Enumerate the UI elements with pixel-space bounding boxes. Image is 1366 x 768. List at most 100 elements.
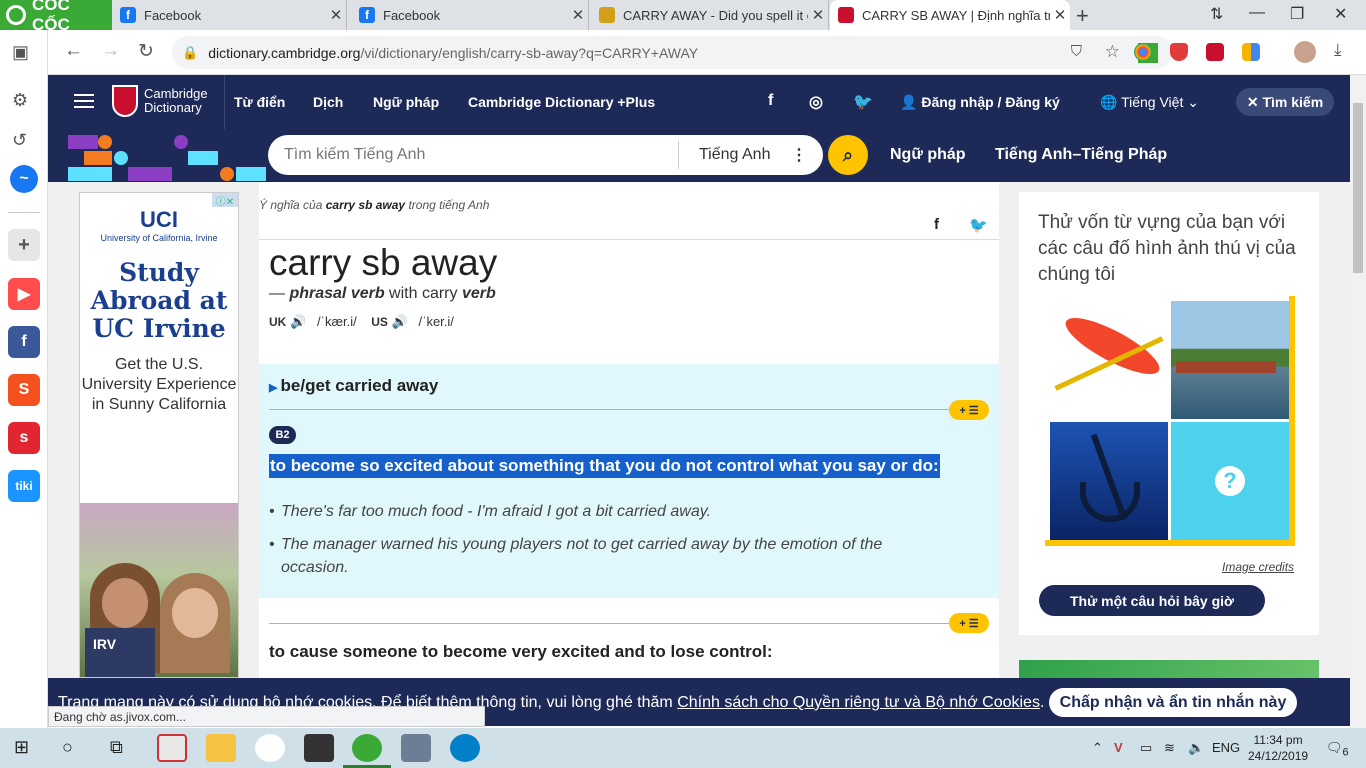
instagram-icon[interactable]: ◎: [809, 92, 823, 112]
zalo-icon[interactable]: [450, 734, 480, 762]
search-input[interactable]: Tìm kiếm Tiếng Anh Tiếng Anh ⋮: [268, 135, 823, 175]
menu-icon[interactable]: [74, 94, 94, 108]
pocket-icon[interactable]: [1206, 43, 1224, 61]
add-to-list-button[interactable]: + ☰: [949, 613, 989, 633]
youtube-icon[interactable]: ▶: [8, 278, 40, 310]
us-label: US: [371, 315, 388, 329]
barge-image[interactable]: [1171, 301, 1289, 419]
tab-carry-away-spell[interactable]: CARRY AWAY - Did you spell it cor ✕: [591, 0, 829, 30]
login-link[interactable]: 👤 Đăng nhập / Đăng ký: [900, 94, 1060, 111]
add-to-list-button[interactable]: + ☰: [949, 400, 989, 420]
header-divider: [224, 75, 225, 129]
sticky-app-icon[interactable]: [304, 734, 334, 762]
kayak-image[interactable]: [1050, 301, 1168, 419]
close-icon[interactable]: ✕: [568, 6, 588, 24]
accept-cookies-button[interactable]: Chấp nhận và ẩn tin nhắn này: [1049, 688, 1297, 717]
uk-audio-icon[interactable]: 🔊: [290, 314, 306, 329]
tab-search-icon[interactable]: ⇅: [1210, 4, 1223, 24]
address-bar-row: ← → ↻ 🔒 dictionary.cambridge.org/vi/dict…: [48, 30, 1366, 75]
facebook-icon[interactable]: f: [768, 92, 773, 110]
add-app-icon[interactable]: +: [8, 229, 40, 261]
forward-button[interactable]: →: [101, 40, 120, 62]
share-facebook-icon[interactable]: f: [934, 216, 939, 233]
clock[interactable]: 11:34 pm 24/12/2019: [1248, 732, 1308, 764]
settings-icon[interactable]: ⚙: [12, 90, 28, 111]
dictionary-selector[interactable]: Tiếng Anh: [679, 146, 791, 164]
notification-icon[interactable]: 🗨6: [1326, 740, 1349, 759]
sendo-icon[interactable]: s: [8, 422, 40, 454]
search-circle-icon[interactable]: ○: [62, 737, 73, 758]
shield-icon[interactable]: ⛉: [1071, 43, 1082, 60]
coccoc-taskbar-icon[interactable]: [352, 734, 382, 762]
back-button[interactable]: ←: [64, 40, 83, 62]
mystery-image[interactable]: ?: [1171, 422, 1289, 540]
twitter-icon[interactable]: 🐦: [853, 92, 873, 112]
sidebar-toggle-icon[interactable]: ▣: [12, 42, 29, 63]
gold-divider: [269, 623, 959, 624]
history-icon[interactable]: ↺: [12, 130, 27, 151]
nav-translate[interactable]: Dịch: [313, 94, 343, 110]
task-view-icon[interactable]: ⧉: [110, 737, 123, 758]
link-grammar[interactable]: Ngữ pháp: [890, 146, 966, 164]
lock-icon: 🔒: [182, 44, 199, 60]
link-english-french[interactable]: Tiếng Anh–Tiếng Pháp: [995, 146, 1167, 164]
reload-button[interactable]: ↻: [138, 40, 154, 63]
maximize-button[interactable]: ❐: [1290, 4, 1304, 24]
caret-right-icon: ▶: [269, 382, 281, 394]
downloads-icon[interactable]: ⤓: [1334, 40, 1342, 60]
close-icon[interactable]: ✕: [808, 6, 828, 24]
page-scrollbar[interactable]: [1350, 75, 1366, 728]
search-toggle-button[interactable]: ✕ Tìm kiếm: [1236, 88, 1334, 116]
image-credits-link[interactable]: Image credits: [1222, 560, 1294, 574]
nav-dictionary[interactable]: Từ điển: [234, 94, 285, 110]
tab-title: Facebook: [144, 7, 202, 23]
gift-app-icon[interactable]: [157, 734, 187, 762]
quiz-image-grid[interactable]: ?: [1045, 296, 1295, 546]
paint-app-icon[interactable]: [255, 734, 285, 762]
windows-start-icon[interactable]: ⊞: [14, 737, 29, 758]
us-audio-icon[interactable]: 🔊: [391, 314, 407, 329]
tab-cambridge-active[interactable]: CARRY SB AWAY | Định nghĩa trong ✕: [830, 0, 1070, 30]
file-explorer-icon[interactable]: [206, 734, 236, 762]
volume-icon[interactable]: 🔈: [1188, 740, 1204, 756]
search-button[interactable]: ⌕: [828, 135, 868, 175]
calculator-app-icon[interactable]: [401, 734, 431, 762]
tab-facebook-1[interactable]: f Facebook ✕: [112, 0, 347, 30]
chevron-up-icon[interactable]: ⌃: [1092, 740, 1103, 756]
url-field[interactable]: 🔒 dictionary.cambridge.org/vi/dictionary…: [172, 36, 1172, 69]
tab-facebook-2[interactable]: f Facebook ✕: [351, 0, 589, 30]
language-selector[interactable]: 🌐 Tiếng Việt ⌄: [1100, 94, 1199, 111]
color-grid-icon[interactable]: [1242, 43, 1260, 61]
nav-grammar[interactable]: Ngữ pháp: [373, 94, 439, 110]
anchor-image[interactable]: [1050, 422, 1168, 540]
share-twitter-icon[interactable]: 🐦: [969, 216, 988, 234]
guideword[interactable]: ▶ be/get carried away: [269, 376, 438, 396]
close-window-button[interactable]: ✕: [1334, 4, 1347, 24]
adblock-icon[interactable]: [1170, 43, 1188, 61]
chrome-extension-icon[interactable]: [1134, 43, 1152, 61]
network-icon[interactable]: ▭: [1140, 740, 1152, 756]
wifi-icon[interactable]: ≋: [1164, 740, 1175, 756]
cambridge-logo[interactable]: Cambridge Dictionary: [112, 85, 208, 117]
tiki-icon[interactable]: tiki: [8, 470, 40, 502]
advertisement-uci[interactable]: ⓘ✕ UCI University of California, Irvine …: [79, 192, 239, 678]
new-tab-button[interactable]: +: [1076, 3, 1089, 29]
coccoc-menu-button[interactable]: CỐC CỐC: [0, 0, 112, 34]
unikey-icon[interactable]: V: [1114, 740, 1123, 755]
close-icon[interactable]: ✕: [326, 6, 346, 24]
minimize-button[interactable]: —: [1249, 4, 1265, 22]
try-quiz-button[interactable]: Thử một câu hỏi bây giờ: [1039, 585, 1265, 616]
ad-choices-icon[interactable]: ⓘ✕: [212, 193, 238, 208]
more-options-icon[interactable]: ⋮: [791, 145, 823, 165]
shopee-icon[interactable]: S: [8, 374, 40, 406]
nav-plus[interactable]: Cambridge Dictionary +Plus: [468, 94, 655, 110]
avatar[interactable]: [1294, 41, 1316, 63]
scrollbar-thumb[interactable]: [1353, 103, 1363, 273]
messenger-icon[interactable]: ~: [10, 165, 38, 193]
privacy-policy-link[interactable]: Chính sách cho Quyền riêng tư và Bộ nhớ …: [677, 694, 1040, 711]
close-icon[interactable]: ✕: [1050, 6, 1070, 24]
facebook-icon[interactable]: f: [8, 326, 40, 358]
bookmark-star-icon[interactable]: ☆: [1105, 42, 1120, 62]
search-icon: ⌕: [842, 144, 854, 165]
input-language[interactable]: ENG: [1212, 740, 1240, 755]
